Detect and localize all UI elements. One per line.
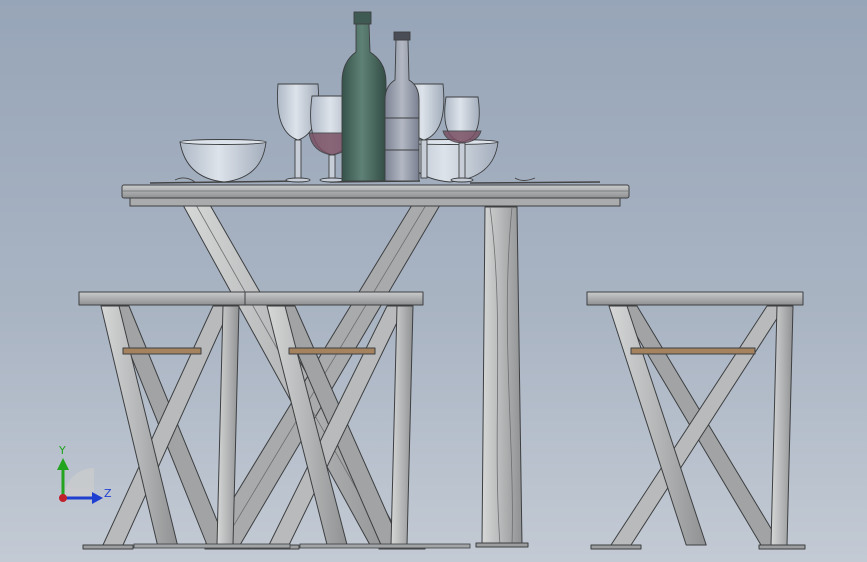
floor-feet <box>133 543 471 549</box>
tableware[interactable] <box>149 11 601 184</box>
assembly-drawing[interactable]: Y Z <box>0 0 867 562</box>
wine-bottle <box>384 31 420 182</box>
z-axis-label: Z <box>104 487 112 500</box>
cad-viewport[interactable]: Y Z <box>0 0 867 562</box>
stool[interactable] <box>78 291 252 550</box>
stool-leg <box>770 305 794 546</box>
stool-foot <box>758 544 806 550</box>
table-top[interactable] <box>121 184 630 207</box>
stool-seat <box>244 291 424 306</box>
wood-stretcher <box>630 347 756 355</box>
wine-bottle <box>341 11 387 182</box>
origin-icon <box>59 494 67 502</box>
stool-seat <box>78 291 250 306</box>
stool-foot <box>82 544 134 550</box>
wood-stretcher <box>122 347 202 355</box>
bowl <box>179 141 267 183</box>
wood-stretcher <box>288 347 376 355</box>
stool-seat <box>586 291 804 306</box>
table-leg-column <box>481 206 523 546</box>
y-axis-label: Y <box>58 444 66 457</box>
stool-leg <box>390 305 414 546</box>
axis-triad[interactable]: Y Z <box>57 444 112 504</box>
stool[interactable] <box>586 291 806 550</box>
stool-foot <box>590 544 642 550</box>
